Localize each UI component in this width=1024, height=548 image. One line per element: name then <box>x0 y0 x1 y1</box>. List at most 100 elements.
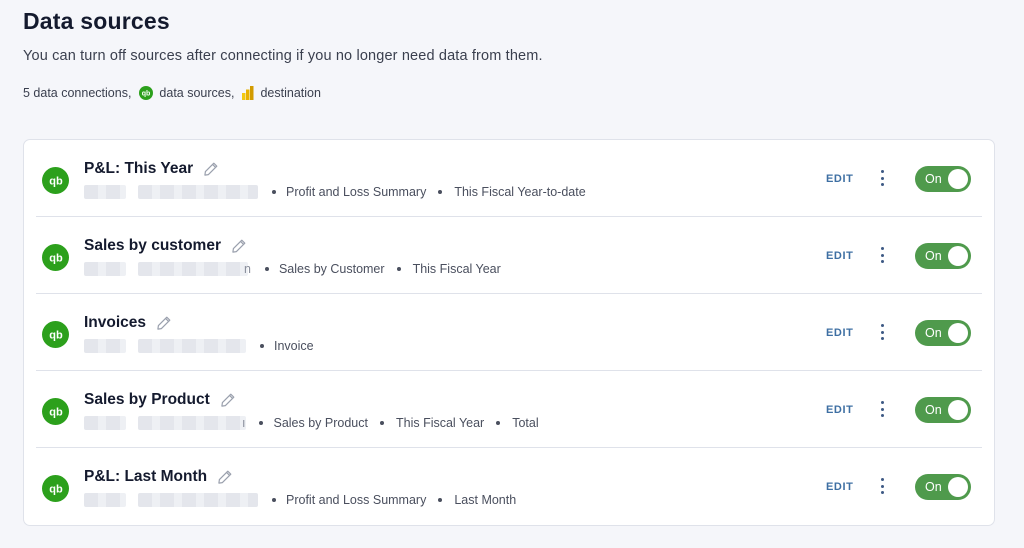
pencil-icon[interactable] <box>220 392 236 408</box>
connection-detail: Invoice <box>274 339 314 353</box>
pencil-icon[interactable] <box>156 315 172 331</box>
more-options-icon[interactable] <box>877 478 887 494</box>
toggle-knob <box>948 169 968 189</box>
quickbooks-icon: qb <box>42 475 69 502</box>
connection-meta: Profit and Loss Summary This Fiscal Year-… <box>84 184 586 200</box>
separator-dot <box>496 421 501 425</box>
separator-dot <box>438 498 443 502</box>
more-options-icon[interactable] <box>877 401 887 417</box>
redacted-account <box>84 262 126 276</box>
more-options-icon[interactable] <box>877 324 887 340</box>
separator-dot <box>260 344 264 348</box>
pencil-icon[interactable] <box>231 238 247 254</box>
redacted-account <box>84 339 126 353</box>
enable-toggle[interactable]: On <box>915 166 971 192</box>
connection-title: P&L: Last Month <box>84 468 233 486</box>
svg-text:qb: qb <box>49 406 63 418</box>
svg-text:qb: qb <box>49 329 63 341</box>
connection-detail: Last Month <box>454 493 517 507</box>
enable-toggle[interactable]: On <box>915 320 971 346</box>
more-options-icon[interactable] <box>877 247 887 263</box>
toggle-label: On <box>925 326 942 340</box>
quickbooks-icon: qb <box>42 244 69 271</box>
toggle-knob <box>948 477 968 497</box>
edit-button[interactable]: EDIT <box>826 327 853 339</box>
edit-button[interactable]: EDIT <box>826 173 853 185</box>
destination-label: destination <box>260 86 321 100</box>
redacted-account <box>84 185 126 199</box>
connection-title: Sales by Product <box>84 391 236 409</box>
pencil-icon[interactable] <box>217 469 233 485</box>
connection-row: qb Invoices Invoice EDIT On <box>36 294 982 371</box>
separator-dot <box>264 267 269 271</box>
connection-meta: Profit and Loss Summary Last Month <box>84 492 516 508</box>
svg-text:qb: qb <box>49 175 63 187</box>
toggle-label: On <box>925 480 942 494</box>
toggle-knob <box>948 400 968 420</box>
edit-button[interactable]: EDIT <box>826 404 853 416</box>
connection-detail: Profit and Loss Summary <box>286 185 427 199</box>
connection-detail: This Fiscal Year <box>412 262 501 276</box>
page-subtitle: You can turn off sources after connectin… <box>23 48 543 64</box>
connection-detail: This Fiscal Year <box>395 416 485 430</box>
connection-title: Invoices <box>84 314 172 332</box>
redacted-account <box>84 493 126 507</box>
connection-detail: Sales by Customer <box>278 262 385 276</box>
connection-name: Sales by Product <box>84 391 210 408</box>
connection-name: P&L: Last Month <box>84 468 208 485</box>
connection-meta: n Sales by Customer This Fiscal Year <box>84 261 501 277</box>
connection-detail: This Fiscal Year-to-date <box>454 185 586 199</box>
toggle-label: On <box>925 172 942 186</box>
connection-row: qb Sales by customer n Sales by Customer Thi… <box>36 217 982 294</box>
redacted-account <box>138 416 246 430</box>
connection-row: qb P&L: This Year Profit and Loss Summary T… <box>36 140 982 217</box>
quickbooks-icon: qb <box>42 321 69 348</box>
enable-toggle[interactable]: On <box>915 243 971 269</box>
connection-detail: Profit and Loss Summary <box>286 493 427 507</box>
redacted-account <box>138 185 258 199</box>
quickbooks-icon: qb <box>139 86 154 100</box>
connection-title: Sales by customer <box>84 237 247 255</box>
pencil-icon[interactable] <box>203 161 219 177</box>
redacted-account <box>138 262 248 276</box>
svg-text:qb: qb <box>142 91 151 98</box>
connection-name: Sales by customer <box>84 237 221 254</box>
connection-name: P&L: This Year <box>84 160 194 177</box>
connections-card: qb P&L: This Year Profit and Loss Summary T… <box>23 139 995 526</box>
separator-dot <box>259 421 264 425</box>
redacted-tail: ı <box>242 416 246 430</box>
svg-text:qb: qb <box>49 483 63 495</box>
page-title: Data sources <box>23 8 170 34</box>
separator-dot <box>272 190 276 194</box>
toggle-label: On <box>925 249 942 263</box>
connection-meta: ı Sales by Product This Fiscal Year Total <box>84 415 539 431</box>
data-sources-page: Data sources You can turn off sources af… <box>0 0 1024 548</box>
toggle-knob <box>948 323 968 343</box>
connection-row: qb Sales by Product ı Sales by Product This … <box>36 371 982 448</box>
redacted-account <box>84 416 126 430</box>
redacted-account <box>138 493 258 507</box>
quickbooks-icon: qb <box>42 398 69 425</box>
separator-dot <box>272 498 276 502</box>
quickbooks-icon: qb <box>42 167 69 194</box>
connection-detail: Sales by Product <box>273 416 368 430</box>
edit-button[interactable]: EDIT <box>826 250 853 262</box>
connection-detail: Total <box>512 416 539 430</box>
connection-row: qb P&L: Last Month Profit and Loss Summary… <box>36 448 982 524</box>
redacted-tail: n <box>244 262 251 276</box>
toggle-knob <box>948 246 968 266</box>
toggle-label: On <box>925 403 942 417</box>
connection-title: P&L: This Year <box>84 160 219 178</box>
separator-dot <box>438 190 443 194</box>
enable-toggle[interactable]: On <box>915 397 971 423</box>
enable-toggle[interactable]: On <box>915 474 971 500</box>
separator-dot <box>396 267 401 271</box>
more-options-icon[interactable] <box>877 170 887 186</box>
svg-text:qb: qb <box>49 252 63 264</box>
power-bi-icon <box>242 86 254 100</box>
redacted-account <box>138 339 246 353</box>
connection-name: Invoices <box>84 314 147 331</box>
connections-summary: 5 data connections, qb data sources, des… <box>23 86 321 100</box>
edit-button[interactable]: EDIT <box>826 481 853 493</box>
connection-meta: Invoice <box>84 338 314 354</box>
